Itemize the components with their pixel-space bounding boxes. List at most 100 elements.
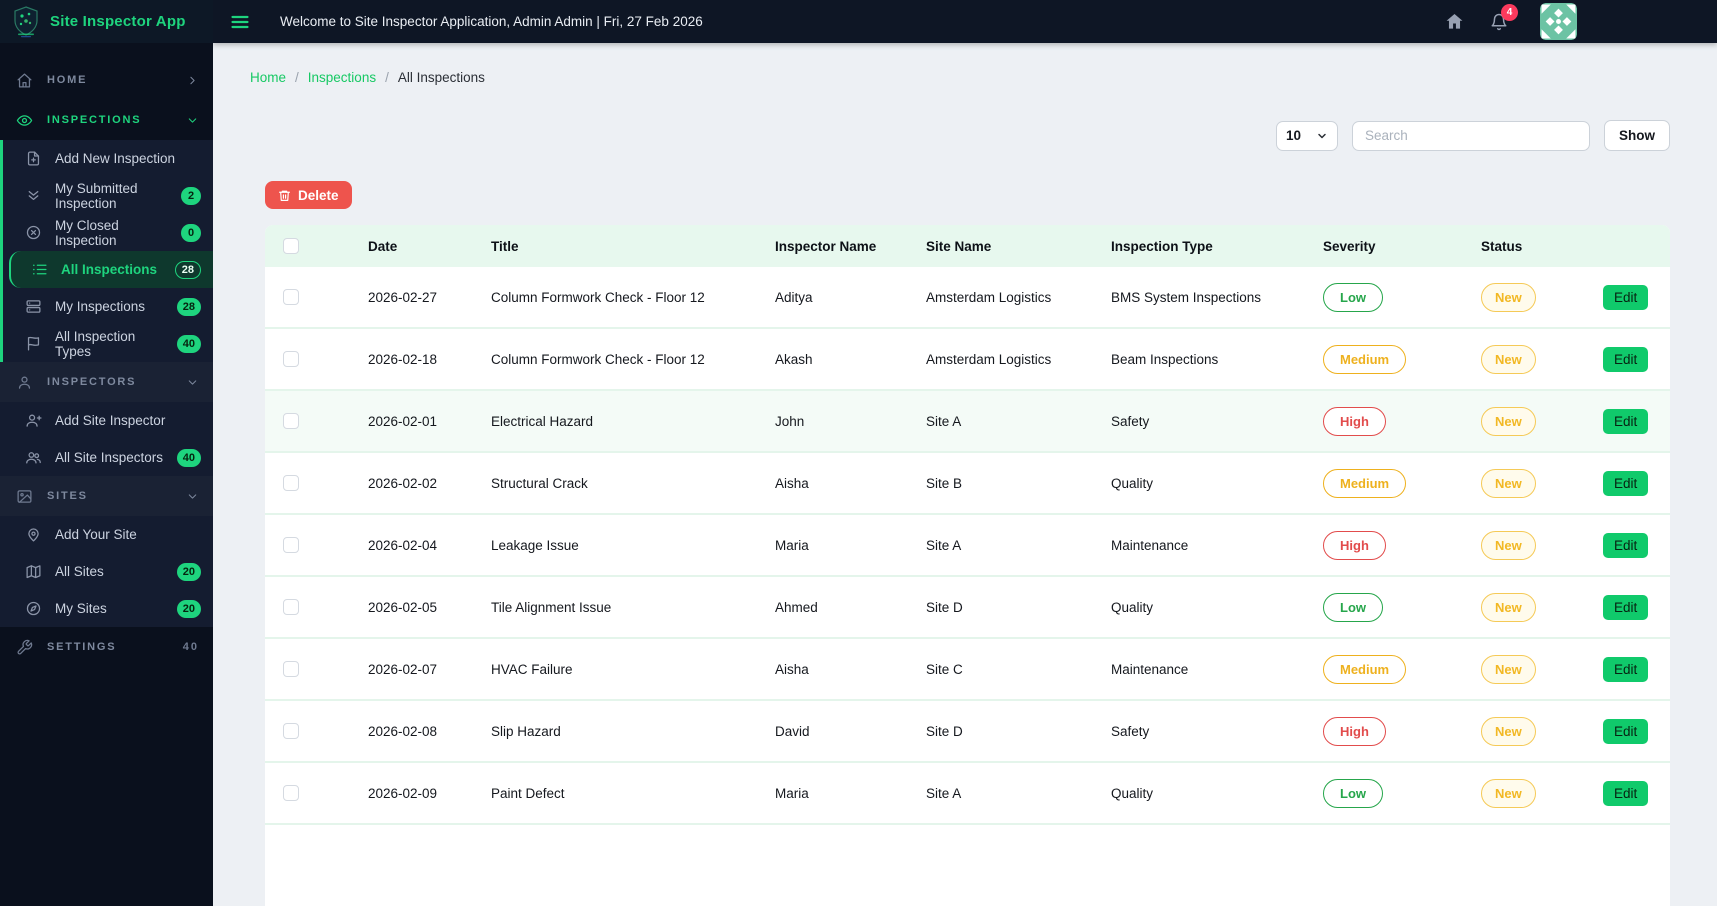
circle-x-icon [25, 224, 42, 241]
cell-site-name: Site D [926, 599, 963, 615]
cell-inspector-name: Akash [775, 351, 813, 367]
row-checkbox[interactable] [283, 785, 299, 801]
cell-title: Structural Crack [491, 475, 588, 491]
sidebar-section-home[interactable]: HOME [0, 60, 213, 100]
cell-inspection-type: Safety [1111, 413, 1150, 429]
cell-inspection-type: Safety [1111, 723, 1150, 739]
cell-date: 2026-02-27 [368, 289, 438, 305]
cell-date: 2026-02-05 [368, 599, 438, 615]
menu-icon[interactable] [230, 12, 250, 32]
sidebar-item-my-inspections[interactable]: My Inspections 28 [3, 288, 213, 325]
edit-button[interactable]: Edit [1603, 470, 1649, 496]
row-checkbox[interactable] [283, 351, 299, 367]
sidebar-section-inspectors[interactable]: INSPECTORS [0, 362, 213, 402]
sidebar-item-label: My Inspections [55, 299, 146, 314]
sidebar-item-badge: 20 [176, 562, 201, 581]
table-header-row: Date Title Inspector Name Site Name Insp… [265, 225, 1670, 267]
sidebar-item-my-closed-inspection[interactable]: My Closed Inspection 0 [3, 214, 213, 251]
search-input[interactable] [1352, 120, 1590, 151]
app-title: Site Inspector App [50, 13, 186, 30]
sidebar-section-label: INSPECTORS [47, 376, 137, 388]
edit-button[interactable]: Edit [1603, 408, 1649, 434]
sidebar-item-my-submitted-inspection[interactable]: My Submitted Inspection 2 [3, 177, 213, 214]
row-checkbox[interactable] [283, 599, 299, 615]
cell-site-name: Site A [926, 413, 962, 429]
sidebar-item-add-your-site[interactable]: Add Your Site [0, 516, 213, 553]
sidebar-item-add-new-inspection[interactable]: Add New Inspection [3, 140, 213, 177]
cell-inspection-type: Quality [1111, 475, 1154, 491]
edit-button[interactable]: Edit [1603, 718, 1649, 744]
row-checkbox[interactable] [283, 289, 299, 305]
home-icon[interactable] [1445, 12, 1464, 31]
edit-button[interactable]: Edit [1603, 656, 1649, 682]
cell-site-name: Site C [926, 661, 963, 677]
status-badge: New [1481, 344, 1536, 374]
sidebar-item-all-inspections[interactable]: All Inspections 28 [9, 251, 213, 288]
cell-inspector-name: Ahmed [775, 599, 818, 615]
topbar: Welcome to Site Inspector Application, A… [213, 0, 1717, 43]
column-header-title: Title [491, 238, 519, 254]
cell-inspector-name: Aisha [775, 661, 809, 677]
table-body: 2026-02-27 Column Formwork Check - Floor … [265, 267, 1670, 825]
page-size-select[interactable]: 10 [1276, 120, 1338, 151]
edit-button[interactable]: Edit [1603, 284, 1649, 310]
severity-badge: Medium [1323, 654, 1407, 684]
edit-button[interactable]: Edit [1603, 532, 1649, 558]
chevron-down-icon [186, 490, 199, 503]
row-checkbox[interactable] [283, 661, 299, 677]
sidebar-item-all-inspection-types[interactable]: All Inspection Types 40 [3, 325, 213, 362]
breadcrumb-inspections[interactable]: Inspections [308, 70, 376, 85]
chevron-down-icon [1316, 130, 1328, 142]
edit-button[interactable]: Edit [1603, 346, 1649, 372]
delete-button[interactable]: Delete [265, 181, 352, 209]
breadcrumb-separator: / [295, 70, 299, 85]
row-checkbox[interactable] [283, 475, 299, 491]
severity-badge: Low [1323, 778, 1383, 808]
cell-site-name: Amsterdam Logistics [926, 289, 1052, 305]
sidebar-nav: HOME INSPECTIONS Add New Inspection My Subm… [0, 43, 213, 667]
severity-badge: Medium [1323, 344, 1407, 374]
sidebar-item-badge: 28 [174, 260, 201, 279]
cell-inspection-type: BMS System Inspections [1111, 289, 1262, 305]
stack-icon [25, 298, 42, 315]
row-checkbox[interactable] [283, 537, 299, 553]
column-header-site: Site Name [926, 238, 992, 254]
map-icon [25, 563, 42, 580]
sidebar-item-my-sites[interactable]: My Sites 20 [0, 590, 213, 627]
double-chevron-icon [25, 187, 42, 204]
select-all-checkbox[interactable] [283, 238, 299, 254]
row-checkbox[interactable] [283, 723, 299, 739]
sidebar-section-label: SETTINGS [47, 641, 117, 653]
notification-badge: 4 [1501, 4, 1518, 21]
severity-badge: High [1323, 406, 1386, 436]
sidebar-item-badge: 40 [176, 334, 201, 353]
app-logo-area: Site Inspector App [0, 0, 213, 43]
cell-title: Column Formwork Check - Floor 12 [491, 351, 705, 367]
list-icon [31, 261, 48, 278]
breadcrumb-home[interactable]: Home [250, 70, 286, 85]
cell-title: Tile Alignment Issue [491, 599, 612, 615]
edit-button[interactable]: Edit [1603, 780, 1649, 806]
sidebar-item-label: All Sites [55, 564, 104, 579]
sidebar-group: Add New Inspection My Submitted Inspectio… [0, 140, 213, 362]
show-button[interactable]: Show [1604, 120, 1670, 151]
table-row: 2026-02-01 Electrical Hazard John Site A Saf… [265, 391, 1670, 453]
status-badge: New [1481, 468, 1536, 498]
cell-date: 2026-02-01 [368, 413, 438, 429]
cell-title: Slip Hazard [491, 723, 561, 739]
sidebar-section-label: INSPECTIONS [47, 114, 142, 126]
cell-inspector-name: David [775, 723, 810, 739]
sidebar-section-settings[interactable]: SETTINGS 40 [0, 627, 213, 667]
sidebar-section-sites[interactable]: SITES [0, 476, 213, 516]
chevron-down-icon [186, 376, 199, 389]
edit-button[interactable]: Edit [1603, 594, 1649, 620]
sidebar-section-inspections[interactable]: INSPECTIONS [0, 100, 213, 140]
sidebar-item-all-site-inspectors[interactable]: All Site Inspectors 40 [0, 439, 213, 476]
sidebar-item-add-site-inspector[interactable]: Add Site Inspector [0, 402, 213, 439]
bell-icon[interactable]: 4 [1490, 4, 1518, 31]
row-checkbox[interactable] [283, 413, 299, 429]
user-avatar[interactable] [1540, 3, 1577, 40]
sidebar-item-badge: 0 [181, 223, 201, 242]
sidebar-item-all-sites[interactable]: All Sites 20 [0, 553, 213, 590]
severity-badge: Low [1323, 282, 1383, 312]
